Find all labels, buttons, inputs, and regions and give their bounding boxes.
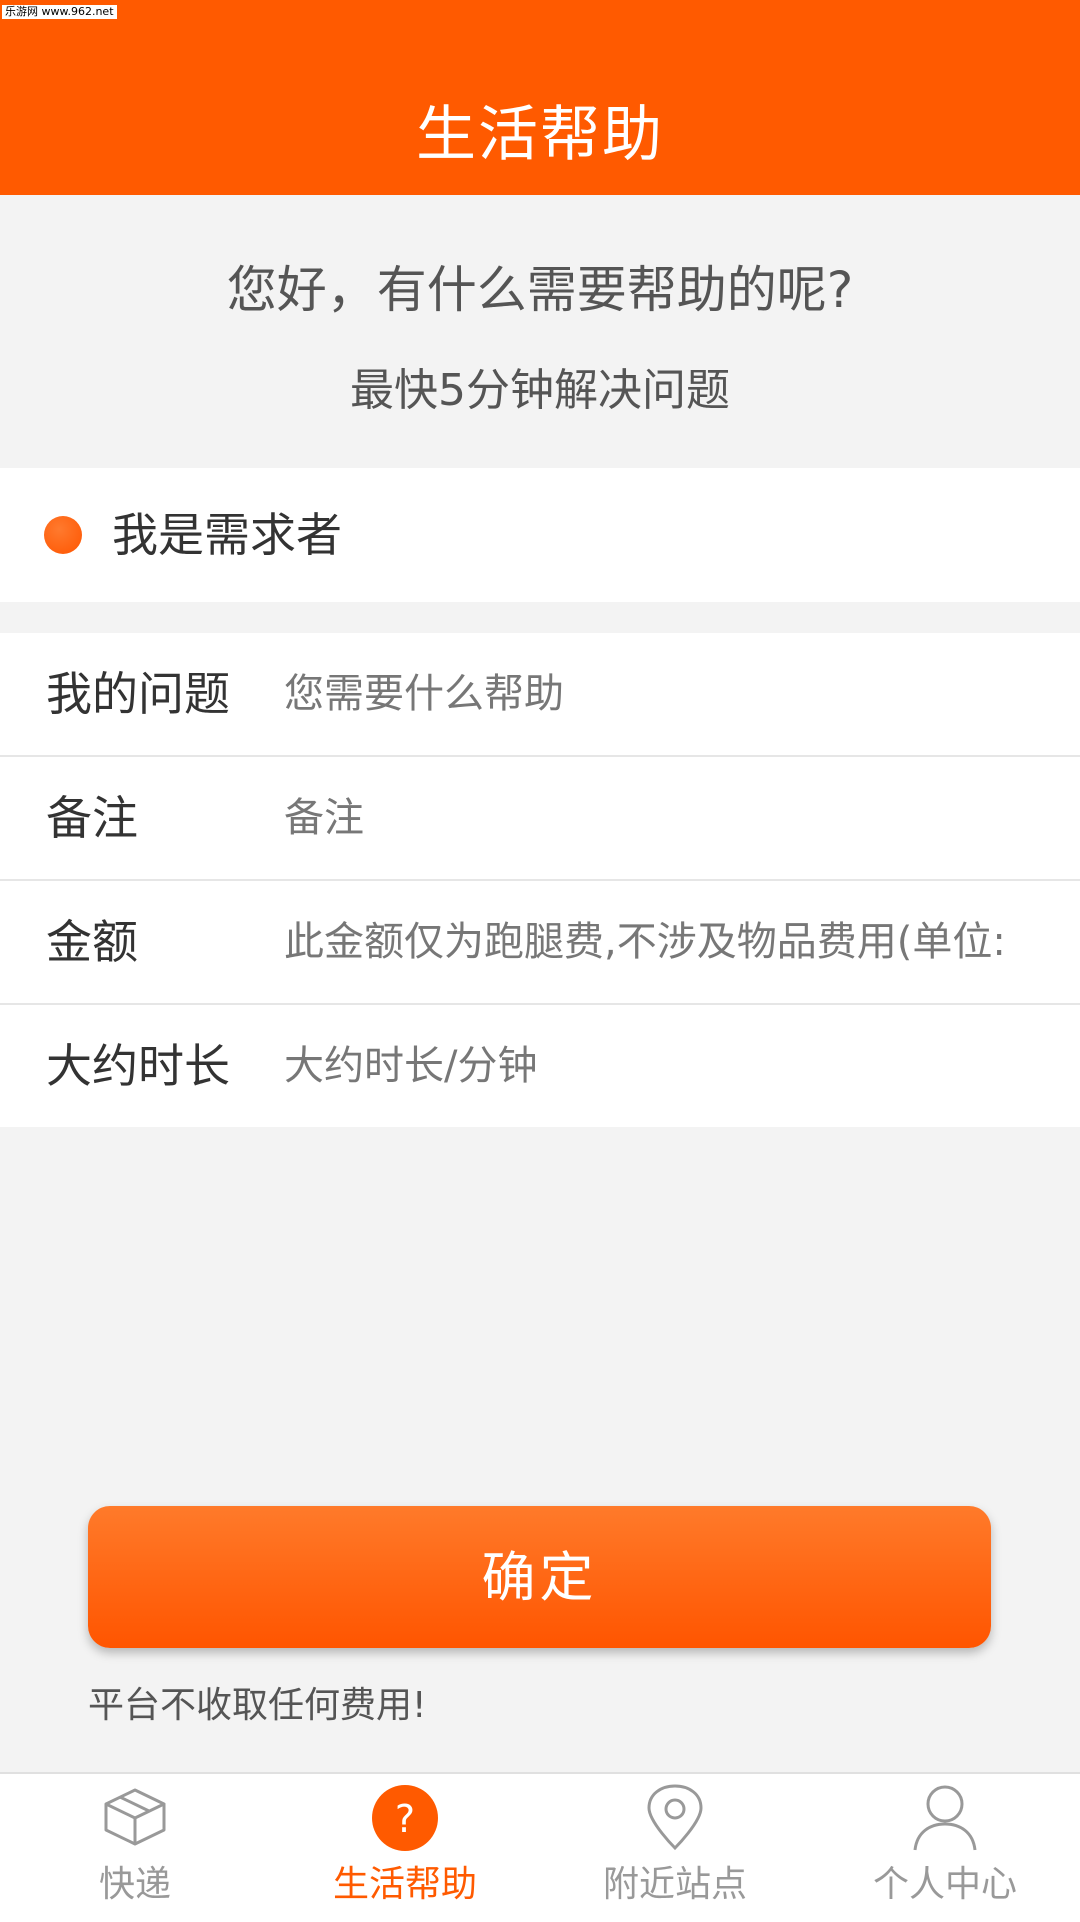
form-row-duration: 大约时长 xyxy=(0,1005,1080,1127)
fee-note: 平台不收取任何费用! xyxy=(88,1685,427,1726)
bottom-tab-bar: 快递 ? 生活帮助 附近站点 个人中心 xyxy=(0,1772,1080,1922)
tab-life-help[interactable]: ? 生活帮助 xyxy=(270,1774,540,1922)
amount-label: 金额 xyxy=(46,915,138,969)
duration-input[interactable] xyxy=(284,1033,1054,1099)
tab-profile[interactable]: 个人中心 xyxy=(810,1774,1080,1922)
question-input[interactable] xyxy=(284,661,1054,727)
amount-input[interactable] xyxy=(284,909,1054,975)
watermark-text: 乐游网 www.962.net xyxy=(2,5,117,19)
radio-selected-icon[interactable] xyxy=(44,516,82,554)
page-title: 生活帮助 xyxy=(416,100,664,170)
help-icon: ? xyxy=(372,1785,438,1851)
remark-label: 备注 xyxy=(46,791,138,845)
greeting-title: 您好，有什么需要帮助的呢? xyxy=(226,261,854,319)
tab-life-help-label: 生活帮助 xyxy=(332,1864,477,1905)
tab-express-label: 快递 xyxy=(98,1864,171,1905)
svg-text:?: ? xyxy=(395,1797,415,1841)
form-row-question: 我的问题 xyxy=(0,633,1080,757)
duration-label: 大约时长 xyxy=(46,1039,230,1093)
tab-profile-label: 个人中心 xyxy=(872,1864,1017,1905)
package-icon xyxy=(104,1788,166,1846)
remark-input[interactable] xyxy=(284,785,1054,851)
tab-nearby-stations-label: 附近站点 xyxy=(602,1864,747,1905)
tab-nearby-stations[interactable]: 附近站点 xyxy=(540,1774,810,1922)
form-row-amount: 金额 xyxy=(0,881,1080,1005)
form-row-remark: 备注 xyxy=(0,757,1080,881)
confirm-button[interactable]: 确定 xyxy=(88,1506,991,1648)
help-form: 我的问题 备注 金额 大约时长 xyxy=(0,633,1080,1127)
greeting-subtitle: 最快5分钟解决问题 xyxy=(350,365,730,416)
question-label: 我的问题 xyxy=(46,667,230,721)
role-selector[interactable]: 我是需求者 xyxy=(0,468,1080,602)
person-icon xyxy=(913,1785,977,1851)
tab-express[interactable]: 快递 xyxy=(0,1774,270,1922)
role-label: 我是需求者 xyxy=(112,508,342,562)
header-bar: 乐游网 www.962.net 生活帮助 xyxy=(0,0,1080,195)
location-pin-icon xyxy=(647,1784,703,1851)
